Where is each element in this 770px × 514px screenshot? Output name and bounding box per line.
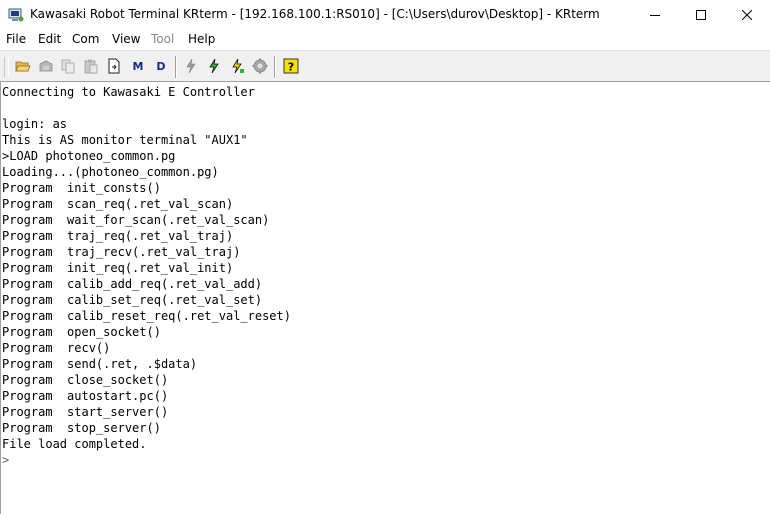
disconnect-icon[interactable] <box>182 57 200 75</box>
paste-icon[interactable] <box>82 57 100 75</box>
d-letter-icon[interactable]: D <box>152 57 170 75</box>
app-icon[interactable] <box>8 7 24 23</box>
svg-text:?: ? <box>288 61 294 74</box>
terminal-line: >LOAD photoneo_common.pg <box>2 149 176 163</box>
menu-tool[interactable]: Tool <box>151 32 174 46</box>
terminal-line: Program stop_server() <box>2 421 161 435</box>
close-button[interactable] <box>724 0 770 30</box>
terminal-line: Program calib_set_req(.ret_val_set) <box>2 293 263 307</box>
maximize-button[interactable] <box>678 0 724 30</box>
window-title: Kawasaki Robot Terminal KRterm - [192.16… <box>30 7 600 21</box>
terminal-line: Program close_socket() <box>2 373 169 387</box>
connect-icon[interactable] <box>205 57 223 75</box>
toolbar-separator <box>175 56 177 78</box>
help-icon[interactable]: ? <box>282 57 300 75</box>
menu-bar: File Edit Com View Tool Help <box>0 30 770 50</box>
save-icon[interactable] <box>37 57 55 75</box>
d-button-label: D <box>156 59 166 73</box>
copy-icon[interactable] <box>59 57 77 75</box>
terminal-line: Program wait_for_scan(.ret_val_scan) <box>2 213 270 227</box>
menu-file[interactable]: File <box>6 32 26 46</box>
minimize-button[interactable] <box>632 0 678 30</box>
terminal-line: Program send(.ret, .$data) <box>2 357 198 371</box>
terminal-prompt[interactable]: > <box>2 452 9 468</box>
terminal-line: login: as <box>2 117 68 131</box>
menu-view[interactable]: View <box>112 32 140 46</box>
reconnect-icon[interactable] <box>228 57 246 75</box>
settings-gear-icon[interactable] <box>251 57 269 75</box>
terminal-line: Program traj_req(.ret_val_traj) <box>2 229 234 243</box>
toolbar: M D ? <box>0 50 770 81</box>
terminal-line: Program traj_recv(.ret_val_traj) <box>2 245 241 259</box>
terminal-line: Connecting to Kawasaki E Controller <box>2 85 255 99</box>
terminal-output[interactable]: Connecting to Kawasaki E Controller logi… <box>0 81 770 514</box>
menu-com[interactable]: Com <box>72 32 99 46</box>
terminal-line: Program autostart.pc() <box>2 389 169 403</box>
minimize-icon <box>650 10 660 20</box>
terminal-line: Program init_req(.ret_val_init) <box>2 261 234 275</box>
toolbar-separator <box>274 56 276 78</box>
m-button-label: M <box>132 59 144 73</box>
terminal-line: Program recv() <box>2 341 111 355</box>
terminal-line: This is AS monitor terminal "AUX1" <box>2 133 248 147</box>
terminal-line: Loading...(photoneo_common.pg) <box>2 165 219 179</box>
close-icon <box>742 10 752 20</box>
terminal-line: Program calib_reset_req(.ret_val_reset) <box>2 309 291 323</box>
terminal-line: Program init_consts() <box>2 181 161 195</box>
menu-help[interactable]: Help <box>188 32 215 46</box>
maximize-icon <box>696 10 706 20</box>
toolbar-grip[interactable] <box>4 57 9 77</box>
open-folder-icon[interactable] <box>14 57 32 75</box>
terminal-line: Program calib_add_req(.ret_val_add) <box>2 277 263 291</box>
menu-edit[interactable]: Edit <box>38 32 61 46</box>
terminal-line: File load completed. <box>2 437 147 451</box>
terminal-line: Program open_socket() <box>2 325 161 339</box>
terminal-line: Program start_server() <box>2 405 169 419</box>
m-letter-icon[interactable]: M <box>129 57 147 75</box>
terminal-line: Program scan_req(.ret_val_scan) <box>2 197 234 211</box>
title-bar[interactable]: Kawasaki Robot Terminal KRterm - [192.16… <box>0 0 770 30</box>
log-file-icon[interactable] <box>105 57 123 75</box>
